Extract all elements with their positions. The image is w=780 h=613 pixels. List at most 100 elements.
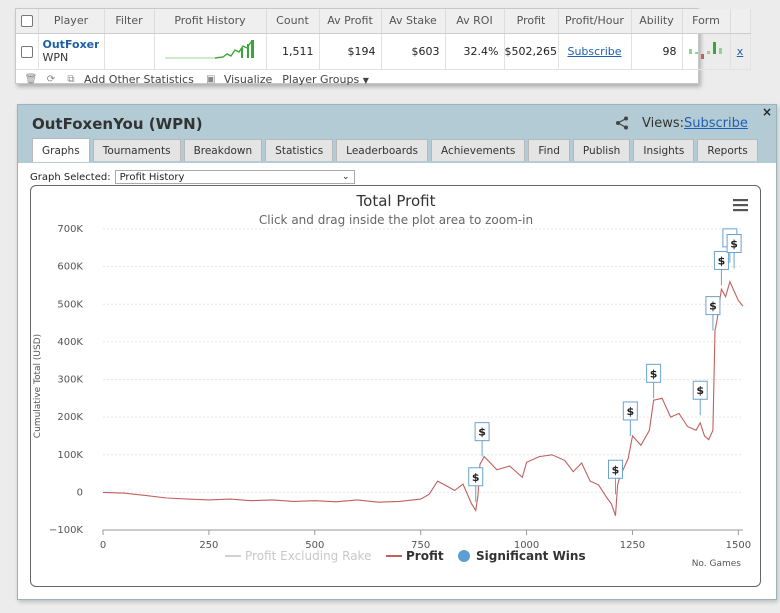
y-axis-label: Cumulative Total (USD)	[33, 334, 43, 438]
y-tick-label: 500K	[57, 299, 83, 310]
tab-reports[interactable]: Reports	[697, 139, 758, 161]
x-tick-label: 1250	[620, 540, 645, 551]
remove-player-link[interactable]: x	[737, 45, 744, 58]
count-cell: 1,511	[266, 33, 320, 70]
panel-tabs: Graphs Tournaments Breakdown Statistics …	[32, 138, 761, 162]
profit-history-sparkline	[154, 33, 267, 70]
player-cell[interactable]: OutFoxenYou WPN	[38, 33, 105, 70]
tab-statistics[interactable]: Statistics	[265, 139, 334, 161]
tab-find[interactable]: Find	[528, 139, 570, 161]
col-form[interactable]: Form	[682, 9, 731, 34]
x-axis-label: No. Games	[692, 559, 742, 569]
significant-win-label: $	[696, 384, 704, 397]
stats-table: Player Filter Profit History Count Av Pr…	[16, 9, 751, 70]
refresh-icon[interactable]: ⟳	[44, 74, 58, 85]
chart-subtitle: Click and drag inside the plot area to z…	[259, 213, 533, 227]
sparkline-chart	[164, 39, 254, 59]
form-bar	[712, 41, 716, 54]
significant-win-label: $	[718, 254, 726, 267]
graph-select-dropdown[interactable]: Profit History ⌄	[114, 170, 355, 184]
graph-select-value: Profit History	[119, 171, 185, 183]
av-roi-cell: 32.4%	[445, 33, 505, 70]
av-stake-cell: $603	[381, 33, 446, 70]
col-profit[interactable]: Profit	[504, 9, 559, 34]
y-tick-label: 600K	[57, 262, 83, 273]
row-checkbox[interactable]	[20, 45, 33, 58]
significant-win-label: $	[627, 405, 635, 418]
significant-win-label: $	[472, 471, 480, 484]
tab-breakdown[interactable]: Breakdown	[183, 139, 263, 161]
col-av-profit[interactable]: Av Profit	[319, 9, 382, 34]
player-groups-dropdown[interactable]: Player Groups ▼	[282, 73, 369, 86]
chart-container[interactable]: Total Profit Click and drag inside the p…	[30, 185, 761, 587]
chart-series	[102, 280, 744, 516]
legend-symbol-significant-wins	[458, 550, 470, 562]
chart-title: Total Profit	[356, 192, 436, 210]
profit-cell: $502,265	[504, 33, 559, 70]
sparkline-line	[214, 41, 252, 59]
legend-item-significant-wins: Significant Wins	[476, 549, 586, 563]
stats-header-row: Player Filter Profit History Count Av Pr…	[16, 9, 751, 34]
profit-hour-subscribe-link[interactable]: Subscribe	[567, 45, 621, 58]
form-bar	[718, 47, 722, 54]
trash-icon[interactable]: 🗑	[24, 74, 38, 85]
select-all-checkbox[interactable]	[20, 15, 33, 28]
chevron-down-icon: ⌄	[342, 172, 350, 182]
row-select-cell[interactable]	[16, 33, 39, 70]
tab-publish[interactable]: Publish	[572, 139, 631, 161]
form-bar	[706, 50, 710, 54]
visualize-button[interactable]: Visualize	[224, 73, 272, 86]
graph-selector: Graph Selected: Profit History ⌄	[30, 170, 355, 184]
col-player[interactable]: Player	[38, 9, 105, 34]
col-filter[interactable]: Filter	[104, 9, 155, 34]
panel-title: OutFoxenYou (WPN)	[32, 115, 203, 133]
table-row: OutFoxenYou WPN 1,511 $194 $603 32.	[16, 33, 751, 70]
legend-item-excl-rake: Profit Excluding Rake	[245, 549, 371, 563]
chart-axes: −100K0100K200K300K400K500K600K700K0 250 50…	[49, 224, 751, 551]
player-network: WPN	[42, 51, 69, 64]
player-panel: OutFoxenYou (WPN) × Views: Subscribe Gra…	[17, 104, 777, 600]
tab-tournaments[interactable]: Tournaments	[92, 139, 181, 161]
x-tick-label: 0	[100, 540, 106, 551]
player-groups-label: Player Groups	[282, 73, 360, 86]
caret-down-icon: ▼	[362, 76, 369, 85]
y-tick-label: 100K	[57, 450, 83, 461]
views-subscribe-link[interactable]: Subscribe	[684, 116, 748, 131]
chart-legend: Profit Excluding Rake Profit Significant W…	[225, 549, 586, 563]
tab-insights[interactable]: Insights	[633, 139, 695, 161]
significant-win-label: $	[730, 238, 738, 251]
tab-achievements[interactable]: Achievements	[430, 139, 526, 161]
col-profit-hour[interactable]: Profit/Hour	[558, 9, 632, 34]
col-remove	[730, 9, 751, 34]
select-all-cell[interactable]	[16, 9, 39, 34]
chart-markers: $$$$$$$$$$	[468, 228, 742, 502]
significant-win-label: $	[612, 463, 620, 476]
col-av-stake[interactable]: Av Stake	[381, 9, 446, 34]
y-tick-label: 700K	[57, 224, 83, 235]
add-other-statistics-button[interactable]: Add Other Statistics	[84, 73, 194, 86]
legend-item-profit: Profit	[406, 549, 444, 563]
tab-graphs[interactable]: Graphs	[32, 138, 90, 162]
col-av-roi[interactable]: Av ROI	[445, 9, 505, 34]
share-icon[interactable]	[615, 116, 629, 130]
significant-win-label: $	[650, 367, 658, 380]
profit-hour-cell: Subscribe	[558, 33, 632, 70]
col-ability[interactable]: Ability	[631, 9, 683, 34]
y-tick-label: 400K	[57, 337, 83, 348]
sparkline-bar	[246, 43, 249, 58]
col-count[interactable]: Count	[266, 9, 320, 34]
remove-cell: x	[730, 33, 751, 70]
col-profit-history[interactable]: Profit History	[154, 9, 267, 34]
filter-cell[interactable]	[104, 33, 155, 70]
y-tick-label: 300K	[57, 375, 83, 386]
profit-chart[interactable]: Total Profit Click and drag inside the p…	[31, 186, 761, 587]
player-name-link[interactable]: OutFoxenYou	[43, 38, 99, 51]
close-icon[interactable]: ×	[762, 105, 772, 119]
form-cell	[682, 33, 731, 70]
tab-leaderboards[interactable]: Leaderboards	[336, 139, 428, 161]
sparkline-bar	[240, 47, 243, 58]
graph-selected-label: Graph Selected:	[30, 171, 111, 183]
copy-icon[interactable]: ⧉	[64, 74, 78, 85]
chart-menu-icon[interactable]	[733, 199, 748, 212]
series-line-profit	[102, 280, 744, 516]
